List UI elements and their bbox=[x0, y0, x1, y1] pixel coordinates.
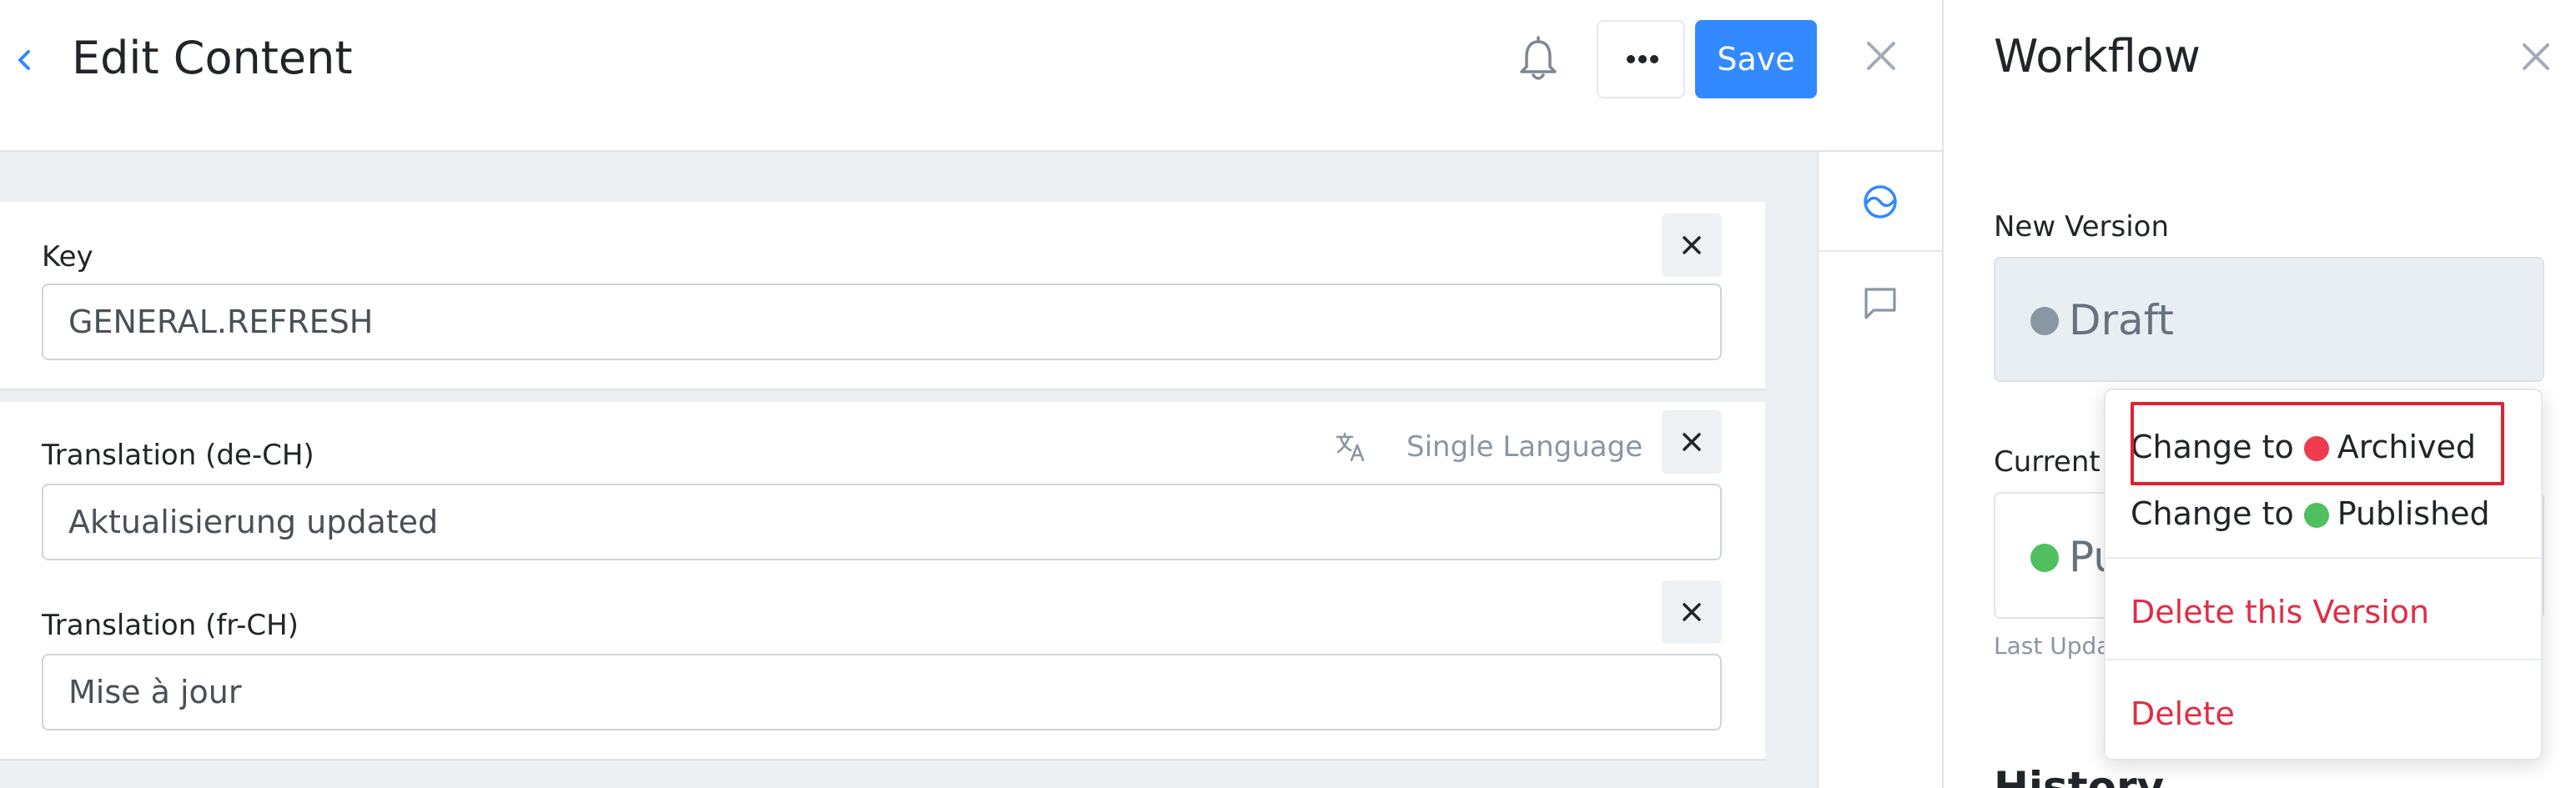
published-status-dot bbox=[2303, 503, 2329, 528]
comment-icon bbox=[1864, 288, 1896, 319]
key-input[interactable]: GENERAL.REFRESH bbox=[42, 284, 1722, 360]
remove-field-button[interactable] bbox=[1662, 213, 1722, 277]
published-status-dot bbox=[2030, 544, 2059, 572]
field-label-translation-de: Translation (de-CH) bbox=[42, 439, 314, 472]
side-rail bbox=[1817, 152, 1942, 788]
single-language-label: Single Language bbox=[1406, 430, 1643, 464]
translate-icon bbox=[1336, 432, 1365, 462]
history-title: History bbox=[1994, 763, 2165, 788]
save-button[interactable]: Save bbox=[1695, 20, 1817, 98]
close-icon bbox=[1683, 603, 1701, 621]
delete-option[interactable]: Delete bbox=[2131, 682, 2235, 745]
remove-field-button[interactable] bbox=[1662, 410, 1722, 474]
new-version-label: New Version bbox=[1994, 210, 2169, 243]
workflow-icon bbox=[1864, 185, 1897, 218]
workflow-title: Workflow bbox=[1994, 30, 2201, 83]
more-options-button[interactable] bbox=[1597, 20, 1685, 98]
content-form-area: Key GENERAL.REFRESH Translation (de-CH) … bbox=[0, 152, 1817, 788]
bell-icon bbox=[1520, 36, 1557, 80]
current-version-label: Current bbox=[1994, 445, 2101, 479]
new-version-status-dropdown[interactable]: Draft bbox=[1994, 257, 2544, 382]
more-horizontal-icon bbox=[1627, 55, 1658, 63]
close-icon bbox=[1683, 433, 1701, 451]
archived-status-label: Archived bbox=[2337, 429, 2477, 465]
last-updated-text: Last Upda bbox=[1994, 632, 2111, 660]
rail-tab-comments[interactable] bbox=[1819, 253, 1942, 354]
change-to-label: Change to bbox=[2131, 429, 2294, 465]
single-language-toggle[interactable]: Single Language bbox=[1335, 422, 1643, 472]
close-workflow-button[interactable] bbox=[2519, 40, 2553, 73]
draft-status-dot bbox=[2030, 307, 2059, 335]
delete-version-option[interactable]: Delete this Version bbox=[2131, 580, 2429, 644]
field-card-key: Key GENERAL.REFRESH bbox=[0, 202, 1765, 390]
content-editor-header: Edit Content Save bbox=[0, 0, 1942, 152]
change-to-archived-option[interactable]: Change to Archived bbox=[2131, 415, 2476, 479]
translation-de-input[interactable]: Aktualisierung updated bbox=[42, 484, 1722, 560]
field-label-key: Key bbox=[42, 240, 93, 274]
close-icon bbox=[2523, 43, 2549, 70]
new-version-status: Draft bbox=[2069, 296, 2175, 344]
close-icon bbox=[1867, 42, 1895, 70]
page-title: Edit Content bbox=[72, 32, 353, 84]
translation-fr-input[interactable]: Mise à jour bbox=[42, 654, 1722, 730]
notifications-button[interactable] bbox=[1515, 35, 1562, 85]
change-to-label: Change to bbox=[2131, 495, 2294, 532]
archived-status-dot bbox=[2303, 436, 2329, 461]
change-to-published-option[interactable]: Change to Published bbox=[2131, 482, 2490, 545]
rail-tab-workflow[interactable] bbox=[1819, 152, 1942, 252]
field-card-translations: Translation (de-CH) Single Language Aktu… bbox=[0, 402, 1765, 760]
field-label-translation-fr: Translation (fr-CH) bbox=[42, 609, 299, 642]
back-button[interactable] bbox=[12, 43, 40, 77]
chevron-left-icon bbox=[18, 50, 30, 70]
published-status-label: Published bbox=[2337, 495, 2490, 532]
dropdown-divider bbox=[2106, 557, 2541, 559]
close-editor-button[interactable] bbox=[1862, 37, 1900, 75]
workflow-actions-dropdown: Change to Archived Change to Published Del… bbox=[2104, 389, 2543, 760]
dropdown-divider bbox=[2106, 659, 2541, 660]
close-icon bbox=[1683, 236, 1701, 254]
remove-field-button[interactable] bbox=[1662, 580, 1722, 644]
